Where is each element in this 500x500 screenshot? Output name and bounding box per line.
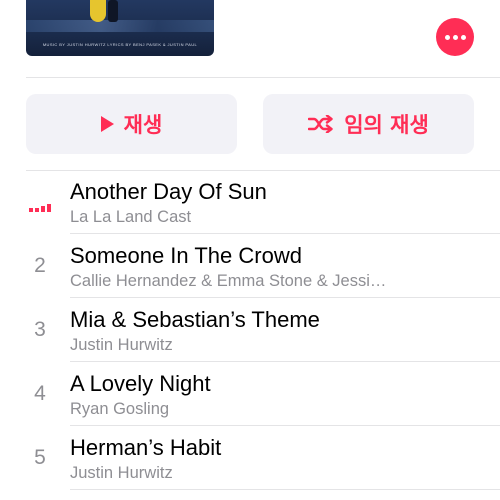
shuffle-button-label: 임의 재생: [344, 113, 429, 137]
header-divider: [26, 77, 500, 78]
track-row[interactable]: 5 Herman’s Habit Justin Hurwitz: [0, 426, 500, 490]
play-button[interactable]: 재생: [26, 94, 237, 154]
track-artist: Callie Hernandez & Emma Stone & Jessi…: [70, 272, 387, 290]
album-art-credits: MUSIC BY JUSTIN HURWITZ LYRICS BY BENJ P…: [42, 42, 198, 47]
track-number: 2: [34, 254, 46, 277]
equalizer-bar: [35, 208, 39, 212]
album-art-figure-dancer: [90, 0, 106, 22]
track-artist: Ryan Gosling: [70, 400, 170, 418]
ellipsis-dot: [460, 34, 466, 40]
track-title: Someone In The Crowd: [70, 243, 302, 268]
equalizer-icon: [29, 204, 51, 212]
ellipsis-dot: [452, 34, 458, 40]
track-title: Another Day Of Sun: [70, 179, 267, 204]
shuffle-icon: [308, 115, 333, 133]
track-number: 4: [34, 382, 46, 405]
track-title: Herman’s Habit: [70, 435, 222, 460]
ellipsis-icon: [444, 34, 450, 40]
track-artist: La La Land Cast: [70, 208, 192, 226]
equalizer-bar: [47, 204, 51, 212]
equalizer-bar: [41, 206, 45, 212]
equalizer-bar: [29, 208, 33, 212]
track-row[interactable]: 4 A Lovely Night Ryan Gosling: [0, 362, 500, 426]
track-row[interactable]: 3 Mia & Sebastian’s Theme Justin Hurwitz: [0, 298, 500, 362]
track-artist: Justin Hurwitz: [70, 464, 173, 482]
more-options-button[interactable]: [436, 18, 474, 56]
track-artist: Justin Hurwitz: [70, 336, 173, 354]
play-icon: [100, 116, 114, 132]
row-divider: [70, 489, 500, 490]
track-title: Mia & Sebastian’s Theme: [70, 307, 320, 332]
track-number: 3: [34, 318, 46, 341]
track-row[interactable]: Another Day Of Sun La La Land Cast: [0, 170, 500, 234]
album-artwork[interactable]: MUSIC BY JUSTIN HURWITZ LYRICS BY BENJ P…: [26, 0, 214, 56]
album-art-figure-partner: [108, 0, 118, 22]
track-row[interactable]: 2 Someone In The Crowd Callie Hernandez …: [0, 234, 500, 298]
album-art-skyline: [26, 20, 214, 32]
play-button-label: 재생: [123, 113, 163, 137]
shuffle-button[interactable]: 임의 재생: [263, 94, 474, 154]
track-number: 5: [34, 446, 46, 469]
track-title: A Lovely Night: [70, 371, 211, 396]
